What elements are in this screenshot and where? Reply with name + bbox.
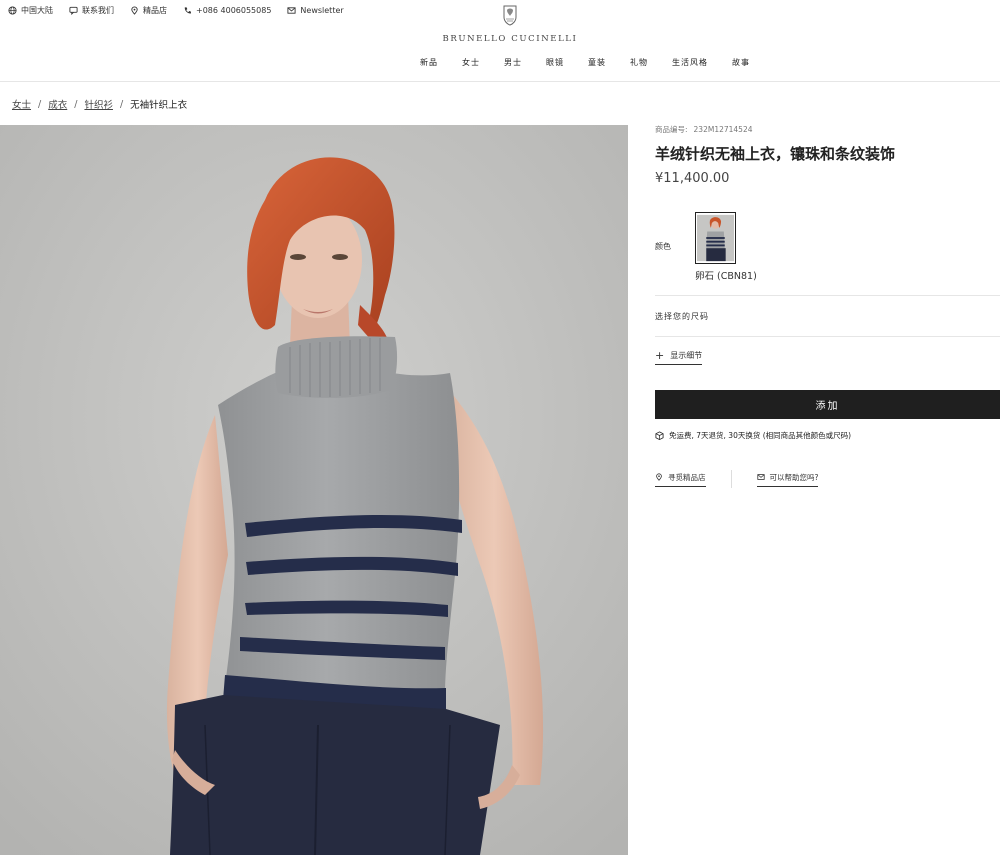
color-name: 卵石 (CBN81) xyxy=(695,271,757,282)
plus-icon: + xyxy=(655,348,665,362)
utility-bar: 中国大陆 联系我们 精品店 +086 4006055085 Newsletter xyxy=(0,0,360,20)
region-selector[interactable]: 中国大陆 xyxy=(8,5,53,16)
shipping-info: 免运费, 7天退货, 30天换货 (相同商品其他颜色或尺码) xyxy=(655,430,851,441)
location-pin-icon xyxy=(131,6,138,15)
nav-item-gifts[interactable]: 礼物 xyxy=(630,57,648,68)
color-swatch[interactable] xyxy=(695,212,736,264)
nav-item-eyewear[interactable]: 眼镜 xyxy=(546,57,564,68)
breadcrumb-women[interactable]: 女士 xyxy=(12,97,31,111)
sku-value: 232M12714524 xyxy=(693,125,753,134)
find-store-link[interactable]: 寻觅精品店 xyxy=(655,472,706,487)
sku-label: 商品编号: xyxy=(655,125,688,134)
nav-item-men[interactable]: 男士 xyxy=(504,57,522,68)
brand-emblem-icon xyxy=(503,5,517,26)
breadcrumb: 女士 / 成衣 / 针织衫 / 无袖针织上衣 xyxy=(12,97,188,112)
phone-icon xyxy=(184,6,191,13)
help-label: 可以帮助您吗? xyxy=(769,472,819,482)
stores-label: 精品店 xyxy=(143,5,167,15)
shipping-text: 免运费, 7天退货, 30天换货 (相同商品其他颜色或尺码) xyxy=(669,431,852,440)
phone-label: +086 4006055085 xyxy=(196,5,272,15)
nav-item-lifestyle[interactable]: 生活风格 xyxy=(672,57,708,68)
breadcrumb-knitwear[interactable]: 针织衫 xyxy=(84,97,113,111)
help-link[interactable]: 可以帮助您吗? xyxy=(756,472,819,487)
vertical-divider xyxy=(730,470,732,488)
mail-icon xyxy=(756,474,765,480)
brand-logo[interactable]: BRUNELLO CUCINELLI xyxy=(410,3,610,44)
product-price: ¥11,400.00 xyxy=(655,171,730,186)
header-divider xyxy=(0,81,1000,82)
breadcrumb-separator: / xyxy=(38,98,42,110)
divider xyxy=(655,336,1000,337)
nav-item-new[interactable]: 新品 xyxy=(420,57,438,68)
main-nav: 新品 女士 男士 眼镜 童装 礼物 生活风格 故事 xyxy=(420,57,774,68)
add-to-bag-button[interactable]: 添加 xyxy=(655,390,1000,419)
contact-link[interactable]: 联系我们 xyxy=(69,5,114,16)
globe-icon xyxy=(8,5,17,15)
mail-icon xyxy=(287,6,296,14)
product-image[interactable] xyxy=(0,125,628,855)
swatch-thumbnail xyxy=(697,214,734,262)
breadcrumb-separator: / xyxy=(119,98,124,110)
find-store-label: 寻觅精品店 xyxy=(668,472,706,482)
region-label: 中国大陆 xyxy=(21,5,53,15)
divider xyxy=(655,295,1000,296)
product-photo xyxy=(0,125,628,855)
show-details-toggle[interactable]: + 显示细节 xyxy=(655,348,703,365)
product-title: 羊绒针织无袖上衣，镶珠和条纹装饰 xyxy=(655,145,896,163)
stores-link[interactable]: 精品店 xyxy=(130,5,167,16)
box-icon xyxy=(655,431,664,440)
size-selector[interactable]: 选择您的尺码 xyxy=(655,311,709,322)
help-links: 寻觅精品店 可以帮助您吗? xyxy=(655,470,819,488)
color-label: 颜色 xyxy=(655,242,671,251)
chat-icon xyxy=(69,6,78,15)
breadcrumb-current: 无袖针织上衣 xyxy=(130,100,188,111)
nav-item-story[interactable]: 故事 xyxy=(732,57,750,68)
nav-item-women[interactable]: 女士 xyxy=(462,57,480,68)
location-pin-icon xyxy=(656,473,662,481)
sku-line: 商品编号: 232M12714524 xyxy=(655,124,753,135)
nav-item-kids[interactable]: 童装 xyxy=(588,57,606,68)
details-label: 显示细节 xyxy=(670,351,703,360)
brand-name: BRUNELLO CUCINELLI xyxy=(442,34,578,44)
newsletter-link[interactable]: Newsletter xyxy=(287,5,344,15)
contact-label: 联系我们 xyxy=(82,5,114,15)
breadcrumb-separator: / xyxy=(74,98,78,110)
newsletter-label: Newsletter xyxy=(300,5,344,15)
phone-link[interactable]: +086 4006055085 xyxy=(183,6,271,15)
breadcrumb-apparel[interactable]: 成衣 xyxy=(48,97,67,111)
